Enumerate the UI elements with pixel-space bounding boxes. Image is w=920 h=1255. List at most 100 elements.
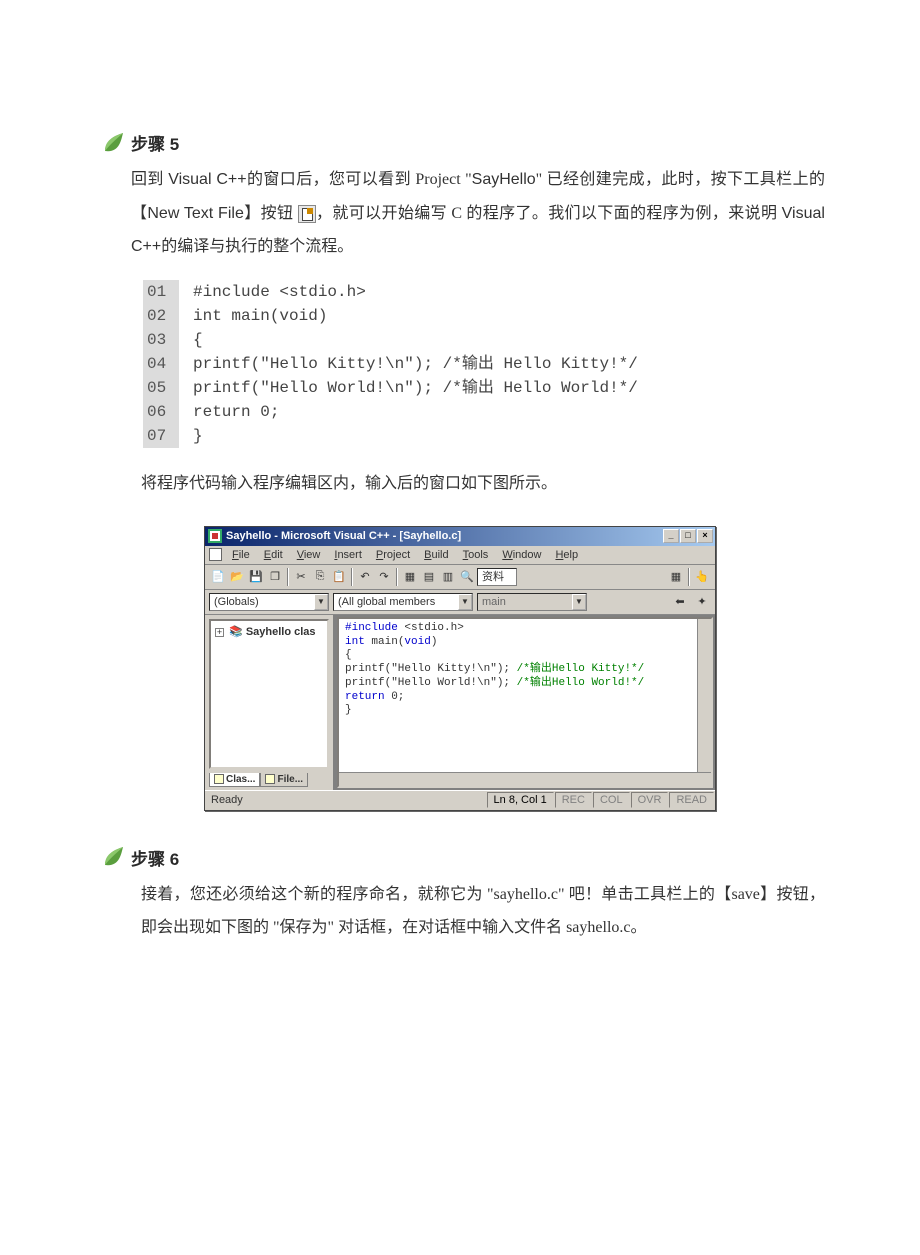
text: SayHello (472, 171, 536, 188)
line-number: 01 (143, 280, 179, 304)
keyword: return (345, 691, 385, 703)
function-combo[interactable]: main ▼ (477, 593, 587, 611)
back-button[interactable]: ⬅ (671, 593, 689, 611)
app-icon (208, 529, 222, 543)
new-text-file-icon (298, 205, 316, 223)
tree-item[interactable]: + 📚 Sayhello clas (215, 625, 323, 638)
code-line: } (345, 704, 705, 718)
class-tab-icon (214, 774, 224, 784)
code-line: return 0; (345, 691, 705, 705)
tile-button[interactable]: ▦ (667, 568, 685, 586)
window-list-button[interactable]: ▥ (439, 568, 457, 586)
document-icon (209, 548, 222, 561)
line-number: 05 (143, 376, 179, 400)
save-button[interactable]: 💾 (247, 568, 265, 586)
text: 的窗口后，您可以看到 Project " (247, 171, 472, 188)
cut-button[interactable]: ✂ (292, 568, 310, 586)
status-ready: Ready (205, 794, 487, 806)
paste-button[interactable]: 📋 (330, 568, 348, 586)
file-tab-icon (265, 774, 275, 784)
redo-button[interactable]: ↷ (375, 568, 393, 586)
code-line: #include <stdio.h> (345, 622, 705, 636)
chevron-down-icon[interactable]: ▼ (458, 594, 472, 610)
expand-icon[interactable]: + (215, 628, 224, 637)
tab-label: File... (277, 774, 303, 785)
open-button[interactable]: 📂 (228, 568, 246, 586)
tab-classview[interactable]: Clas... (209, 773, 260, 787)
keyword: int (345, 636, 365, 648)
vertical-scrollbar[interactable] (697, 619, 711, 772)
status-read: READ (669, 792, 714, 808)
code-line: int main(void) (345, 636, 705, 650)
combo-value: (Globals) (210, 596, 314, 608)
text: New Text File (147, 205, 243, 222)
line-number: 06 (143, 400, 179, 424)
output-button[interactable]: ▤ (420, 568, 438, 586)
menu-project[interactable]: Project (370, 548, 416, 562)
menubar: File Edit View Insert Project Build Tool… (205, 546, 715, 565)
window-buttons: _ □ × (663, 529, 713, 543)
text: Visual C++ (168, 171, 246, 188)
workspace-button[interactable]: ▦ (401, 568, 419, 586)
line-number: 07 (143, 424, 179, 448)
step-5-paragraph: 回到 Visual C++的窗口后，您可以看到 Project "SayHell… (131, 163, 825, 264)
step-5-title: 步骤 5 (131, 130, 179, 155)
code-row: 06 return 0; (143, 400, 825, 424)
workspace: + 📚 Sayhello clas Clas... File... #inclu… (205, 615, 715, 790)
new-text-file-button[interactable]: 📄 (209, 568, 227, 586)
separator (688, 568, 690, 586)
code-row: 01 #include <stdio.h> (143, 280, 825, 304)
copy-button[interactable]: ⎘ (311, 568, 329, 586)
minimize-button[interactable]: _ (663, 529, 679, 543)
undo-button[interactable]: ↶ (356, 568, 374, 586)
horizontal-scrollbar[interactable] (339, 772, 711, 786)
tree-view[interactable]: + 📚 Sayhello clas (209, 619, 329, 769)
menu-view[interactable]: View (291, 548, 327, 562)
menu-window[interactable]: Window (496, 548, 547, 562)
status-rec: REC (555, 792, 592, 808)
scope-combo[interactable]: (Globals) ▼ (209, 593, 329, 611)
menu-tools[interactable]: Tools (457, 548, 495, 562)
menu-insert[interactable]: Insert (328, 548, 368, 562)
members-combo[interactable]: (All global members ▼ (333, 593, 473, 611)
maximize-button[interactable]: □ (680, 529, 696, 543)
menu-edit[interactable]: Edit (258, 548, 289, 562)
code-line: printf("Hello Kitty!\n"); /*输出Hello Kitt… (345, 663, 705, 677)
chevron-down-icon[interactable]: ▼ (572, 594, 586, 610)
menu-build[interactable]: Build (418, 548, 454, 562)
code-text: printf("Hello World!\n"); /*输出 Hello Wor… (193, 376, 638, 400)
save-all-button[interactable]: ❐ (266, 568, 284, 586)
code-text: return 0; (193, 400, 279, 424)
separator (396, 568, 398, 586)
code-line: printf("Hello World!\n"); /*输出Hello Worl… (345, 677, 705, 691)
code-editor[interactable]: #include <stdio.h> int main(void) { prin… (337, 617, 713, 788)
code-listing: 01#include <stdio.h> 02int main(void) 03… (143, 280, 825, 448)
code: <stdio.h> (398, 622, 464, 634)
menu-help[interactable]: Help (549, 548, 584, 562)
titlebar[interactable]: Sayhello - Microsoft Visual C++ - [Sayhe… (205, 527, 715, 546)
close-button[interactable]: × (697, 529, 713, 543)
combo-bar: (Globals) ▼ (All global members ▼ main ▼… (205, 590, 715, 615)
comment: /*输出Hello Kitty!*/ (517, 663, 645, 675)
caption-text: 将程序代码输入程序编辑区内，输入后的窗口如下图所示。 (141, 468, 825, 500)
find-button[interactable]: 🔍 (458, 568, 476, 586)
line-number: 03 (143, 328, 179, 352)
find-input[interactable]: 资料 (477, 568, 517, 586)
tab-fileview[interactable]: File... (260, 773, 308, 787)
keyword: void (404, 636, 430, 648)
separator (287, 568, 289, 586)
combo-value: (All global members (334, 596, 458, 608)
nav-button[interactable]: ✦ (693, 593, 711, 611)
code-text: #include <stdio.h> (193, 280, 366, 304)
tree-label: Sayhello clas (246, 626, 316, 638)
panel-tabs: Clas... File... (205, 773, 333, 790)
comment: /*输出Hello World!*/ (517, 677, 645, 689)
code: main( (365, 636, 405, 648)
code: printf("Hello Kitty!\n"); (345, 663, 517, 675)
menu-file[interactable]: File (226, 548, 256, 562)
help-button[interactable]: 👆 (693, 568, 711, 586)
line-number: 04 (143, 352, 179, 376)
chevron-down-icon[interactable]: ▼ (314, 594, 328, 610)
status-col: COL (593, 792, 630, 808)
leaf-icon (101, 845, 125, 869)
